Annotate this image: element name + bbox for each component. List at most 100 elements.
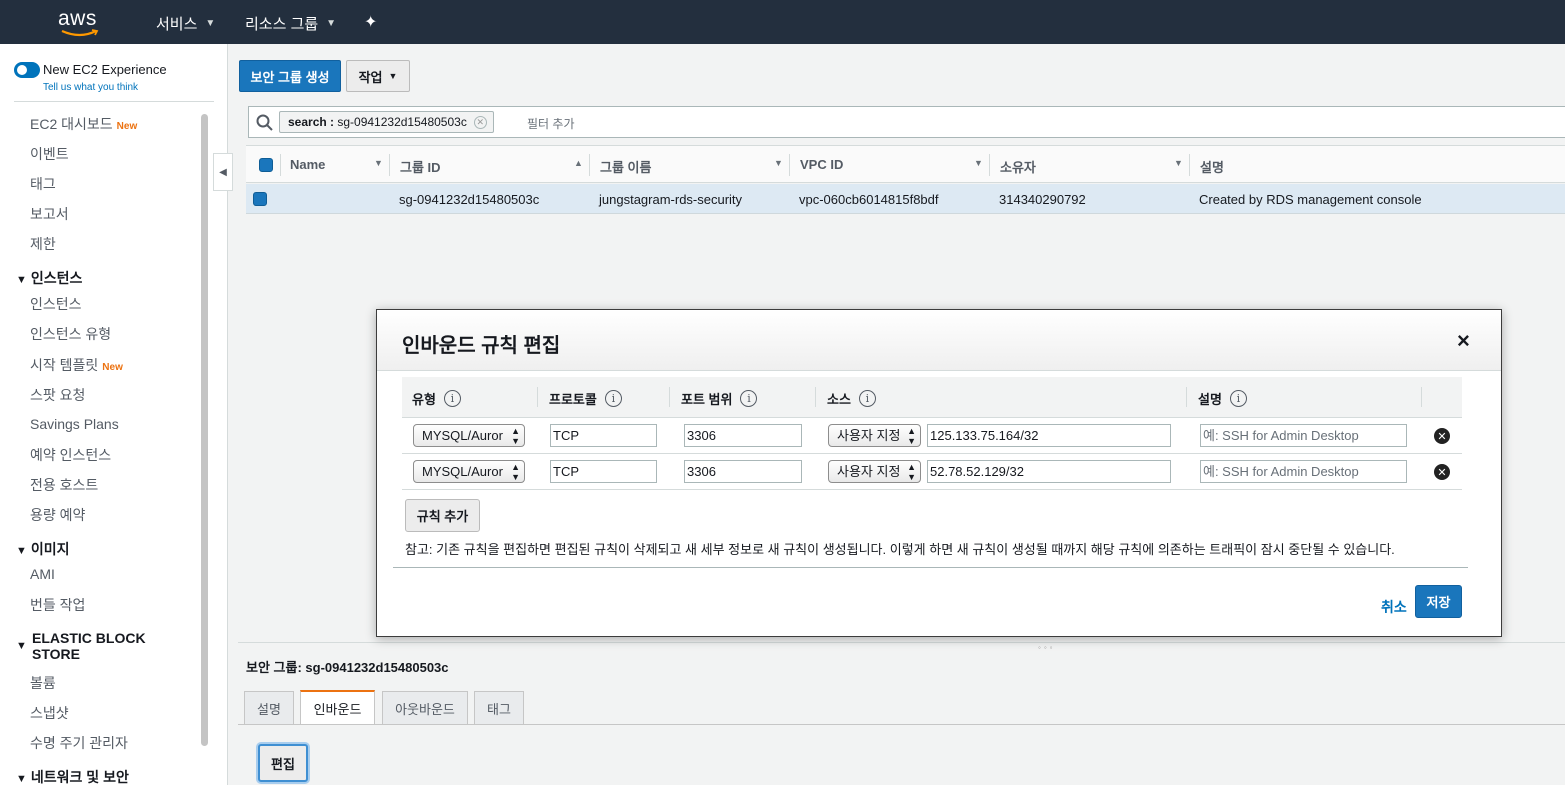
dialog-title: 인바운드 규칙 편집 — [402, 335, 561, 357]
feedback-link[interactable]: Tell us what you think — [43, 82, 138, 93]
add-rule-button[interactable]: 규칙 추가 — [405, 499, 480, 532]
port-range-input[interactable]: 3306 — [684, 460, 802, 483]
close-icon[interactable]: × — [1457, 330, 1470, 352]
dialog-header: 인바운드 규칙 편집 × — [377, 310, 1501, 371]
remove-filter-icon[interactable]: ✕ — [473, 116, 487, 129]
resize-handle[interactable]: ◦◦◦ — [1038, 643, 1056, 652]
sort-ascending-icon[interactable]: ▲ — [574, 158, 583, 168]
sidebar-item-limits[interactable]: 제한 — [30, 234, 56, 254]
header-description-label: 설명 — [1198, 392, 1222, 407]
sidebar-item-instance-types[interactable]: 인스턴스 유형 — [30, 324, 111, 344]
sidebar-item-lifecycle-manager[interactable]: 수명 주기 관리자 — [30, 733, 128, 753]
column-separator — [537, 387, 538, 407]
source-cidr-input[interactable]: 52.78.52.129/32 — [927, 460, 1171, 483]
save-button[interactable]: 저장 — [1415, 585, 1462, 618]
sidebar-scrollbar[interactable] — [201, 114, 208, 746]
search-filter-chip[interactable]: search : sg-0941232d15480503c ✕ — [279, 111, 494, 133]
column-header-name[interactable]: Name — [290, 157, 325, 172]
services-menu[interactable]: 서비스 ▼ — [156, 13, 215, 34]
tab-tags[interactable]: 태그 — [474, 691, 524, 724]
column-header-owner[interactable]: 소유자 — [1000, 157, 1036, 176]
column-header-vpc-id[interactable]: VPC ID — [800, 157, 843, 172]
actions-button[interactable]: 작업 ▼ — [346, 60, 410, 92]
pin-icon[interactable]: ✦ — [364, 12, 377, 32]
type-select-value: MYSQL/Auror — [422, 428, 503, 443]
info-icon[interactable]: i — [858, 390, 876, 407]
add-filter-input[interactable]: 필터 추가 — [527, 115, 575, 132]
type-select[interactable]: MYSQL/Auror ▲ ▼ — [413, 460, 525, 483]
sidebar-item-reserved-instances[interactable]: 예약 인스턴스 — [30, 445, 111, 465]
column-header-description[interactable]: 설명 — [1200, 157, 1224, 176]
rules-table-header: 유형 i 프로토콜 i 포트 범위 i 소스 i 설명 i — [402, 377, 1462, 418]
sidebar-item-events[interactable]: 이벤트 — [30, 144, 69, 164]
sidebar-item-spot-requests[interactable]: 스팟 요청 — [30, 385, 85, 405]
sort-icon[interactable]: ▼ — [774, 158, 783, 168]
column-separator — [815, 387, 816, 407]
info-icon[interactable]: i — [1229, 390, 1247, 407]
header-source-label: 소스 — [827, 392, 851, 407]
sidebar-item-capacity-reservations[interactable]: 용량 예약 — [30, 505, 85, 525]
row-checkbox[interactable] — [253, 192, 267, 206]
info-icon[interactable]: i — [740, 390, 758, 407]
source-type-value: 사용자 지정 — [837, 428, 901, 443]
info-icon[interactable]: i — [604, 390, 622, 407]
column-separator — [669, 387, 670, 407]
sort-icon[interactable]: ▼ — [974, 158, 983, 168]
edit-button[interactable]: 편집 — [258, 744, 308, 782]
header-source: 소스 i — [827, 389, 876, 408]
chevron-down-icon: ▼ — [205, 18, 216, 29]
column-header-group-id[interactable]: 그룹 ID — [400, 157, 441, 176]
tab-inbound[interactable]: 인바운드 — [300, 690, 375, 724]
chevron-down-icon: ▼ — [326, 18, 337, 29]
tab-description[interactable]: 설명 — [244, 691, 294, 724]
create-security-group-button[interactable]: 보안 그룹 생성 — [239, 60, 341, 92]
sidebar-item-snapshots[interactable]: 스냅샷 — [30, 703, 69, 723]
port-range-input[interactable]: 3306 — [684, 424, 802, 447]
actions-label: 작업 — [358, 69, 383, 85]
chip-key: search : — [288, 115, 335, 129]
type-select[interactable]: MYSQL/Auror ▲ ▼ — [413, 424, 525, 447]
cell-vpc-id: vpc-060cb6014815f8bdf — [799, 192, 939, 207]
sidebar-item-dedicated-hosts[interactable]: 전용 호스트 — [30, 475, 98, 495]
table-header: Name ▼ 그룹 ID ▲ 그룹 이름 ▼ VPC ID ▼ 소유자 ▼ 설명 — [246, 145, 1565, 183]
description-input[interactable]: 예: SSH for Admin Desktop — [1200, 424, 1407, 447]
sidebar-item-label: 시작 템플릿 — [30, 357, 99, 373]
aws-logo[interactable]: aws — [58, 7, 104, 37]
sort-icon[interactable]: ▼ — [1174, 158, 1183, 168]
table-row[interactable]: sg-0941232d15480503c jungstagram-rds-sec… — [246, 184, 1565, 214]
source-type-select[interactable]: 사용자 지정 ▲ ▼ — [828, 460, 921, 483]
sidebar-section-network-security[interactable]: ▼ 네트워크 및 보안 — [16, 767, 129, 785]
sidebar-item-ec2-dashboard[interactable]: EC2 대시보드 New — [30, 114, 137, 134]
sidebar-item-bundle-tasks[interactable]: 번들 작업 — [30, 595, 85, 615]
collapse-sidebar-button[interactable]: ◀ — [213, 153, 233, 191]
select-all-checkbox[interactable] — [259, 158, 273, 172]
source-cidr-input[interactable]: 125.133.75.164/32 — [927, 424, 1171, 447]
services-label: 서비스 — [156, 16, 198, 33]
sidebar-section-instances[interactable]: ▼ 인스턴스 — [16, 268, 82, 288]
sidebar-item-ami[interactable]: AMI — [30, 566, 55, 582]
resource-groups-menu[interactable]: 리소스 그룹 ▼ — [245, 13, 336, 34]
info-icon[interactable]: i — [443, 390, 461, 407]
sidebar-item-tags[interactable]: 태그 — [30, 174, 56, 194]
sort-icon[interactable]: ▼ — [374, 158, 383, 168]
tab-outbound[interactable]: 아웃바운드 — [382, 691, 468, 724]
sidebar-section-images[interactable]: ▼ 이미지 — [16, 539, 70, 559]
column-header-group-name[interactable]: 그룹 이름 — [600, 157, 651, 176]
search-filter-bar[interactable]: search : sg-0941232d15480503c ✕ 필터 추가 — [248, 106, 1565, 138]
protocol-field: TCP — [550, 424, 657, 447]
source-type-select[interactable]: 사용자 지정 ▲ ▼ — [828, 424, 921, 447]
sidebar-item-launch-templates[interactable]: 시작 템플릿 New — [30, 355, 123, 375]
new-ec2-experience-toggle[interactable] — [14, 62, 40, 78]
cancel-button[interactable]: 취소 — [1381, 597, 1407, 617]
remove-rule-icon[interactable]: ✕ — [1434, 428, 1450, 444]
sidebar-item-reports[interactable]: 보고서 — [30, 204, 69, 224]
column-separator — [1189, 154, 1190, 176]
sidebar-section-ebs[interactable]: ▼ ELASTIC BLOCK STORE — [16, 630, 146, 662]
remove-rule-icon[interactable]: ✕ — [1434, 464, 1450, 480]
header-type-label: 유형 — [412, 392, 436, 407]
sidebar-item-instances[interactable]: 인스턴스 — [30, 294, 82, 314]
description-input[interactable]: 예: SSH for Admin Desktop — [1200, 460, 1407, 483]
aws-logo-text: aws — [58, 7, 97, 30]
sidebar-item-volumes[interactable]: 볼륨 — [30, 673, 56, 693]
sidebar-item-savings-plans[interactable]: Savings Plans — [30, 416, 119, 432]
